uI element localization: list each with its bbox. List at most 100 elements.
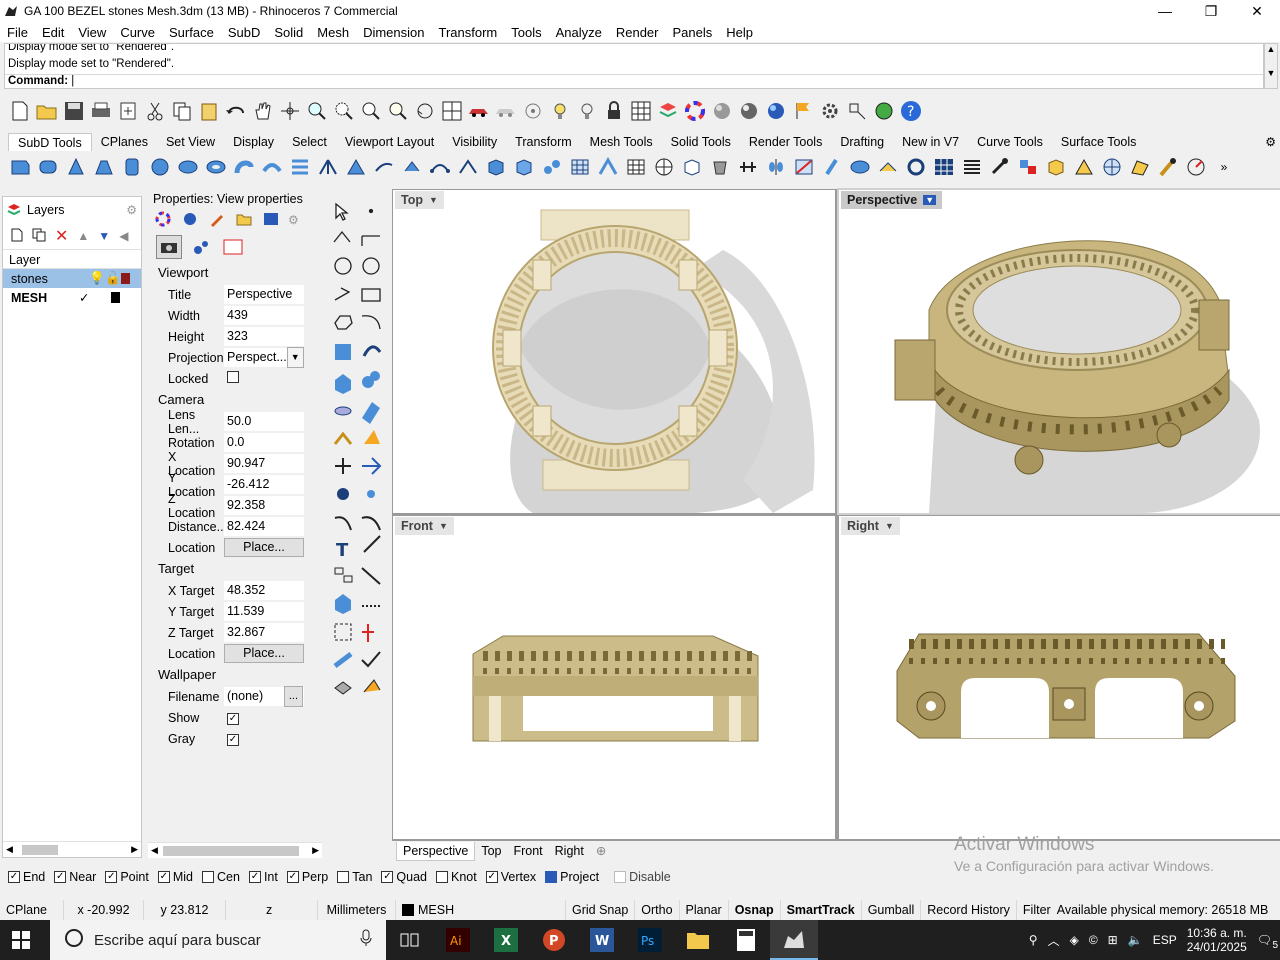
task-view-icon[interactable] (386, 920, 434, 960)
snap-point-icon[interactable] (845, 99, 869, 123)
side-toolbar-icons[interactable]: T (328, 196, 388, 706)
subd-pipe-icon[interactable] (232, 155, 256, 179)
menu-panels[interactable]: Panels (665, 25, 719, 40)
object-snap-icon[interactable] (521, 99, 545, 123)
osnap-point[interactable]: ✓ Point (105, 870, 149, 884)
properties-hscrollbar[interactable]: ◀ ▶ (148, 842, 322, 858)
status-osnap[interactable]: Osnap (729, 900, 781, 920)
chevron-up-icon[interactable]: ︿ (1048, 932, 1060, 949)
osnap-mid[interactable]: ✓ Mid (157, 870, 193, 884)
x-location-field[interactable]: 90.947 (224, 454, 304, 473)
osnap-near[interactable]: ✓ Near (54, 870, 96, 884)
status-record-history[interactable]: Record History (921, 900, 1017, 920)
car-render-icon[interactable] (467, 99, 491, 123)
viewport-layout-icon[interactable] (440, 99, 464, 123)
tab-curve-tools[interactable]: Curve Tools (968, 133, 1052, 151)
viewport-right[interactable]: Right ▼ (839, 516, 1280, 839)
tab-render-tools[interactable]: Render Tools (740, 133, 831, 151)
menu-help[interactable]: Help (719, 25, 760, 40)
tab-surface-tools[interactable]: Surface Tools (1052, 133, 1146, 151)
viewport-perspective[interactable]: Perspective ▼ (837, 188, 1280, 515)
vptab-top[interactable]: Top (475, 842, 507, 861)
folder-icon[interactable] (236, 211, 252, 230)
volume-icon[interactable]: 🔈 (1128, 933, 1143, 947)
color-wheel-icon[interactable] (155, 211, 171, 230)
layers-settings-gear-icon[interactable]: ⚙ (126, 203, 137, 217)
chevron-down-icon[interactable]: ▼ (286, 347, 304, 368)
osnap-cen[interactable]: Cen (202, 870, 240, 884)
powerpoint-app-icon[interactable]: P (530, 920, 578, 960)
subd-grid-icon[interactable] (624, 155, 648, 179)
status-units[interactable]: Millimeters (318, 900, 396, 920)
zoom-extents-icon[interactable] (359, 99, 383, 123)
filter-layers-icon[interactable]: ◀ (119, 229, 128, 243)
osnap-checkbox[interactable]: ✓ (54, 871, 67, 883)
camera-place-button[interactable]: Place... (224, 538, 304, 557)
zoom-selected-icon[interactable] (386, 99, 410, 123)
status-cplane[interactable]: CPlane (0, 900, 64, 920)
car-ghosted-icon[interactable] (494, 99, 518, 123)
layer-color-swatch[interactable] (121, 273, 130, 284)
osnap-checkbox[interactable] (202, 871, 214, 883)
layer-color-swatch[interactable] (111, 292, 120, 303)
print-icon[interactable] (89, 99, 113, 123)
osnap-checkbox[interactable]: ✓ (157, 871, 170, 883)
lens-length-field[interactable]: 50.0 (224, 412, 304, 431)
material-sphere-icon[interactable] (710, 99, 734, 123)
subd-delete-icon[interactable] (792, 155, 816, 179)
menu-view[interactable]: View (71, 25, 113, 40)
move-layer-up-icon[interactable]: ▲ (77, 229, 89, 243)
taskbar-search-box[interactable]: Escribe aquí para buscar (50, 920, 386, 960)
osnap-disable[interactable]: Disable (614, 870, 671, 884)
y-target-field[interactable]: 11.539 (224, 602, 304, 621)
distance-field[interactable]: 82.424 (224, 517, 304, 536)
rotation-field[interactable]: 0.0 (224, 433, 304, 452)
osnap-checkbox[interactable] (614, 871, 627, 883)
light-icon[interactable] (548, 99, 572, 123)
subd-cube-icon[interactable] (512, 155, 536, 179)
color-wheel-icon[interactable] (683, 99, 707, 123)
viewport-width-field[interactable]: 439 (224, 306, 304, 325)
rhino-taskbar-icon[interactable] (770, 920, 818, 960)
photoshop-app-icon[interactable]: Ps (626, 920, 674, 960)
osnap-checkbox[interactable]: ✓ (286, 871, 299, 883)
subd-cone-icon[interactable] (64, 155, 88, 179)
move-layer-down-icon[interactable]: ▼ (98, 229, 110, 243)
menu-transform[interactable]: Transform (431, 25, 504, 40)
tab-visibility[interactable]: Visibility (443, 133, 506, 151)
tab-solid-tools[interactable]: Solid Tools (662, 133, 740, 151)
menu-mesh[interactable]: Mesh (310, 25, 356, 40)
tray-app-icon[interactable]: ◈ (1070, 933, 1079, 947)
camera-icon[interactable] (156, 235, 182, 259)
tab-subd-tools[interactable]: SubD Tools (8, 133, 92, 151)
subd-convert-icon[interactable] (848, 155, 872, 179)
z-location-field[interactable]: 92.358 (224, 496, 304, 515)
physics-icon[interactable] (188, 235, 214, 259)
browse-button[interactable]: ... (283, 686, 303, 707)
subd-globe-icon[interactable] (1100, 155, 1124, 179)
restore-button[interactable]: ❐ (1188, 0, 1234, 22)
osnap-checkbox[interactable]: ✓ (8, 871, 20, 883)
tray-update-icon[interactable]: © (1089, 933, 1098, 947)
menu-surface[interactable]: Surface (162, 25, 221, 40)
save-icon[interactable] (62, 99, 86, 123)
menu-dimension[interactable]: Dimension (356, 25, 431, 40)
word-app-icon[interactable]: W (578, 920, 626, 960)
tab-display[interactable]: Display (224, 133, 283, 151)
toolbar-overflow-icon[interactable]: » (1212, 155, 1236, 179)
osnap-end[interactable]: ✓ End (8, 870, 45, 884)
tab-new-in-v7[interactable]: New in V7 (893, 133, 968, 151)
locked-checkbox[interactable] (227, 371, 239, 383)
notifications-icon[interactable]: 🗨 5 (1257, 933, 1278, 951)
tab-transform[interactable]: Transform (506, 133, 581, 151)
layer-grid-icon[interactable] (629, 99, 653, 123)
menu-subd[interactable]: SubD (221, 25, 268, 40)
subd-filter-icon[interactable] (1016, 155, 1040, 179)
subd-tools-icon[interactable] (988, 155, 1012, 179)
osnap-checkbox[interactable] (337, 871, 350, 883)
subd-cylinder-upright-icon[interactable] (120, 155, 144, 179)
menu-solid[interactable]: Solid (267, 25, 310, 40)
y-location-field[interactable]: -26.412 (224, 475, 304, 494)
tab-settings-gear-icon[interactable]: ⚙ (1265, 135, 1276, 149)
pan-hand-icon[interactable] (251, 99, 275, 123)
